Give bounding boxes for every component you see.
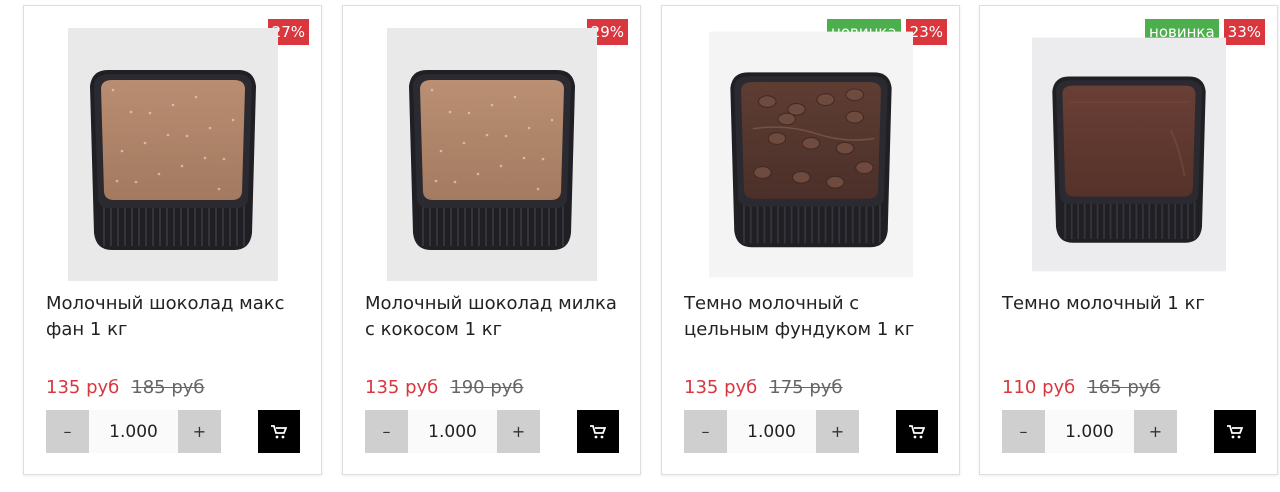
- add-to-cart-button[interactable]: [1214, 410, 1256, 453]
- current-price: 135 руб: [684, 377, 758, 398]
- current-price: 110 руб: [1002, 377, 1076, 398]
- increase-quantity-button[interactable]: +: [1134, 410, 1177, 453]
- old-price: 185 руб: [131, 377, 205, 398]
- quantity-input[interactable]: [89, 410, 178, 453]
- increase-quantity-button[interactable]: +: [178, 410, 221, 453]
- product-title[interactable]: Темно молочный с цельным фундуком 1 кг: [684, 291, 946, 343]
- quantity-stepper: – +: [684, 410, 859, 453]
- product-image: [386, 28, 597, 281]
- decrease-quantity-button[interactable]: –: [684, 410, 727, 453]
- price-block: 110 руб 165 руб: [1002, 377, 1161, 398]
- product-title[interactable]: Молочный шоколад милка с кокосом 1 кг: [365, 291, 627, 343]
- quantity-input[interactable]: [408, 410, 497, 453]
- quantity-stepper: – +: [46, 410, 221, 453]
- product-image: [1031, 37, 1226, 272]
- product-image-link[interactable]: [343, 28, 640, 281]
- old-price: 175 руб: [769, 377, 843, 398]
- add-to-cart-button[interactable]: [577, 410, 619, 453]
- add-to-cart-button[interactable]: [896, 410, 938, 453]
- current-price: 135 руб: [365, 377, 439, 398]
- decrease-quantity-button[interactable]: –: [46, 410, 89, 453]
- cart-icon: [271, 424, 287, 438]
- price-block: 135 руб 185 руб: [46, 377, 205, 398]
- quantity-stepper: – +: [1002, 410, 1177, 453]
- product-card: новинка 33% Темно молочный 1 кг 110 руб 1…: [979, 5, 1278, 475]
- increase-quantity-button[interactable]: +: [816, 410, 859, 453]
- decrease-quantity-button[interactable]: –: [365, 410, 408, 453]
- product-title[interactable]: Темно молочный 1 кг: [1002, 291, 1264, 317]
- product-image-link[interactable]: [24, 28, 321, 281]
- current-price: 135 руб: [46, 377, 120, 398]
- old-price: 165 руб: [1087, 377, 1161, 398]
- product-card: 27% Молочный шоколад макс фан 1 кг 135 р…: [23, 5, 322, 475]
- product-title[interactable]: Молочный шоколад макс фан 1 кг: [46, 291, 308, 343]
- price-block: 135 руб 175 руб: [684, 377, 843, 398]
- price-block: 135 руб 190 руб: [365, 377, 524, 398]
- product-card: 29% Молочный шоколад милка с кокосом 1 к…: [342, 5, 641, 475]
- product-image: [67, 28, 278, 281]
- product-image-link[interactable]: [662, 28, 959, 281]
- increase-quantity-button[interactable]: +: [497, 410, 540, 453]
- product-image-link[interactable]: [980, 28, 1277, 281]
- cart-icon: [909, 424, 925, 438]
- quantity-input[interactable]: [1045, 410, 1134, 453]
- add-to-cart-button[interactable]: [258, 410, 300, 453]
- cart-icon: [1227, 424, 1243, 438]
- old-price: 190 руб: [450, 377, 524, 398]
- decrease-quantity-button[interactable]: –: [1002, 410, 1045, 453]
- cart-icon: [590, 424, 606, 438]
- quantity-input[interactable]: [727, 410, 816, 453]
- product-image: [708, 31, 913, 278]
- quantity-stepper: – +: [365, 410, 540, 453]
- product-card: новинка 23% Темно молочный с цельным фун…: [661, 5, 960, 475]
